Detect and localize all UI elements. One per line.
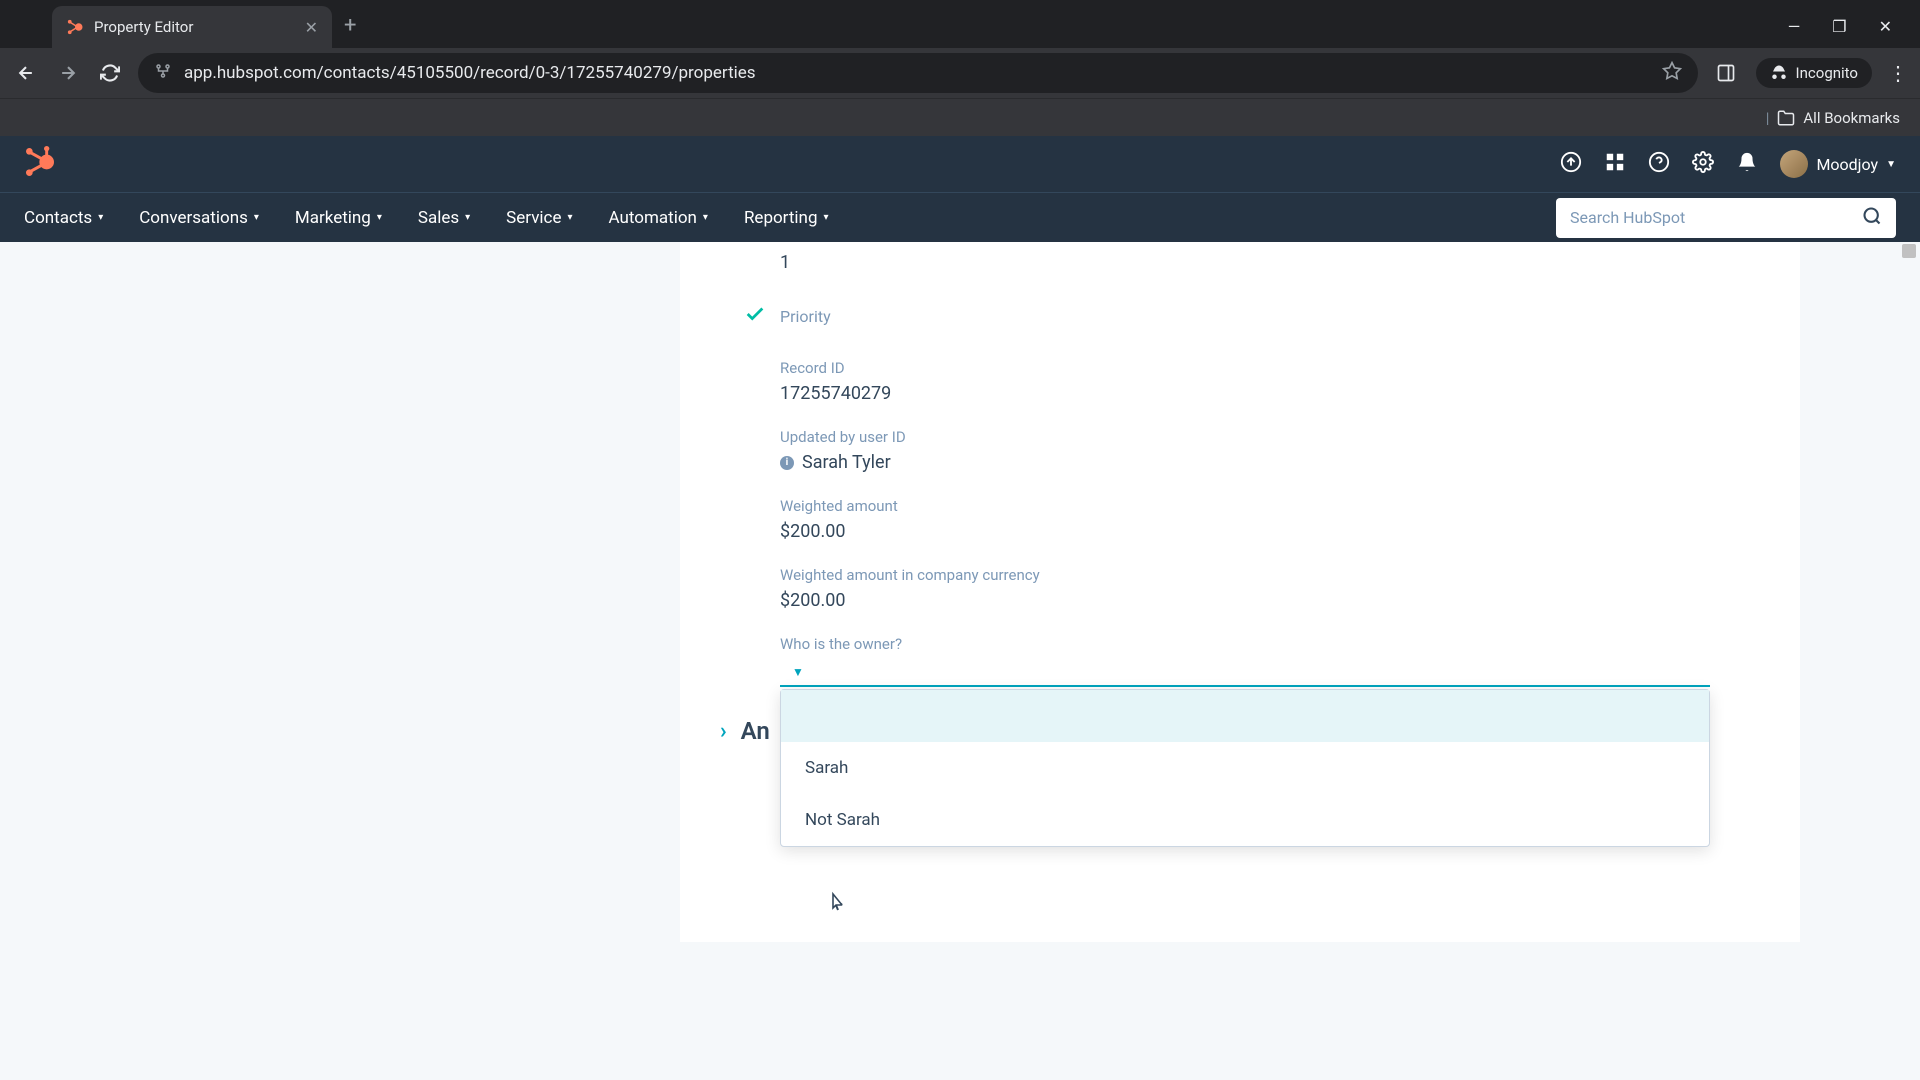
caret-down-icon: ▼ xyxy=(792,665,804,679)
chevron-down-icon: ▾ xyxy=(824,212,829,223)
scrollbar[interactable] xyxy=(1902,242,1916,1080)
app-header: Moodjoy ▼ xyxy=(0,136,1920,192)
browser-chrome: Property Editor ✕ + — ❐ ✕ app.hubspot.co… xyxy=(0,0,1920,136)
hubspot-favicon-icon xyxy=(66,18,84,36)
nav-automation[interactable]: Automation▾ xyxy=(591,193,726,242)
nav-conversations[interactable]: Conversations▾ xyxy=(121,193,277,242)
incognito-badge[interactable]: Incognito xyxy=(1756,58,1872,88)
chevron-down-icon: ▾ xyxy=(703,212,708,223)
field-record-id: Record ID 17255740279 xyxy=(780,359,1760,404)
folder-icon xyxy=(1777,109,1795,127)
incognito-label: Incognito xyxy=(1796,64,1858,82)
close-window-button[interactable]: ✕ xyxy=(1879,17,1892,36)
section-title: An xyxy=(741,717,770,745)
site-info-icon[interactable] xyxy=(154,62,172,84)
page-body: 1 Priority Record ID 17255740279 Updated… xyxy=(0,242,1920,1080)
nav-contacts[interactable]: Contacts▾ xyxy=(24,193,121,242)
field-updated-by: Updated by user ID i Sarah Tyler xyxy=(780,428,1760,473)
field-label: Record ID xyxy=(780,359,1760,377)
minimize-button[interactable]: — xyxy=(1788,17,1801,36)
dropdown-option-empty[interactable] xyxy=(781,690,1709,742)
owner-dropdown-trigger[interactable]: ▼ xyxy=(780,659,1710,687)
chevron-right-icon: › xyxy=(720,719,727,744)
chevron-down-icon: ▼ xyxy=(1886,159,1896,170)
forward-button[interactable] xyxy=(54,59,82,87)
nav-reporting[interactable]: Reporting▾ xyxy=(726,193,847,242)
chevron-down-icon: ▾ xyxy=(567,212,572,223)
properties-card: 1 Priority Record ID 17255740279 Updated… xyxy=(680,242,1800,942)
notifications-bell-icon[interactable] xyxy=(1736,151,1758,177)
field-value: 17255740279 xyxy=(780,383,1760,404)
address-bar[interactable]: app.hubspot.com/contacts/45105500/record… xyxy=(138,53,1698,93)
new-tab-button[interactable]: + xyxy=(344,13,356,38)
field-weighted-amount-company: Weighted amount in company currency $200… xyxy=(780,566,1760,611)
tab-bar: Property Editor ✕ + — ❐ ✕ xyxy=(0,0,1920,48)
field-label: Weighted amount xyxy=(780,497,1760,515)
upgrade-icon[interactable] xyxy=(1560,151,1582,177)
field-label: Updated by user ID xyxy=(780,428,1760,446)
marketplace-icon[interactable] xyxy=(1604,151,1626,177)
field-value: $200.00 xyxy=(780,590,1760,611)
back-button[interactable] xyxy=(12,59,40,87)
field-value: $200.00 xyxy=(780,521,1760,542)
account-menu[interactable]: Moodjoy ▼ xyxy=(1780,150,1896,178)
field-label: Who is the owner? xyxy=(780,635,1760,653)
owner-dropdown-menu: Sarah Not Sarah xyxy=(780,689,1710,847)
chevron-down-icon: ▾ xyxy=(98,212,103,223)
panel-icon[interactable] xyxy=(1712,59,1740,87)
reload-button[interactable] xyxy=(96,59,124,87)
priority-row[interactable]: Priority xyxy=(744,303,1760,329)
bookmarks-bar: | All Bookmarks xyxy=(0,98,1920,136)
browser-toolbar: app.hubspot.com/contacts/45105500/record… xyxy=(0,48,1920,98)
app-nav: Contacts▾ Conversations▾ Marketing▾ Sale… xyxy=(0,192,1920,242)
all-bookmarks-button[interactable]: All Bookmarks xyxy=(1803,109,1900,127)
bookmark-star-icon[interactable] xyxy=(1662,61,1682,85)
search-input[interactable] xyxy=(1570,208,1862,227)
avatar xyxy=(1780,150,1808,178)
chevron-down-icon: ▾ xyxy=(254,212,259,223)
browser-tab[interactable]: Property Editor ✕ xyxy=(52,6,332,48)
search-box[interactable] xyxy=(1556,198,1896,238)
url-text: app.hubspot.com/contacts/45105500/record… xyxy=(184,63,1650,83)
info-icon[interactable]: i xyxy=(780,456,794,470)
field-value: 1 xyxy=(780,252,1760,273)
window-controls: — ❐ ✕ xyxy=(1788,17,1912,36)
account-name: Moodjoy xyxy=(1816,155,1878,174)
dropdown-option-sarah[interactable]: Sarah xyxy=(781,742,1709,794)
nav-service[interactable]: Service▾ xyxy=(488,193,590,242)
nav-marketing[interactable]: Marketing▾ xyxy=(277,193,400,242)
hubspot-logo-icon[interactable] xyxy=(24,146,56,182)
search-icon[interactable] xyxy=(1862,206,1882,230)
close-tab-icon[interactable]: ✕ xyxy=(305,18,318,37)
chevron-down-icon: ▾ xyxy=(465,212,470,223)
priority-label: Priority xyxy=(780,307,831,326)
field-label: Weighted amount in company currency xyxy=(780,566,1760,584)
field-owner: Who is the owner? ▼ Sarah Not Sarah xyxy=(780,635,1760,687)
nav-sales[interactable]: Sales▾ xyxy=(400,193,488,242)
check-icon xyxy=(744,303,766,329)
maximize-button[interactable]: ❐ xyxy=(1832,17,1846,36)
tab-title: Property Editor xyxy=(94,18,295,36)
field-value: i Sarah Tyler xyxy=(780,452,1760,473)
dropdown-option-not-sarah[interactable]: Not Sarah xyxy=(781,794,1709,846)
settings-gear-icon[interactable] xyxy=(1692,151,1714,177)
chevron-down-icon: ▾ xyxy=(377,212,382,223)
field-weighted-amount: Weighted amount $200.00 xyxy=(780,497,1760,542)
scrollbar-thumb[interactable] xyxy=(1902,244,1916,258)
help-icon[interactable] xyxy=(1648,151,1670,177)
browser-menu-icon[interactable]: ⋮ xyxy=(1888,61,1908,85)
